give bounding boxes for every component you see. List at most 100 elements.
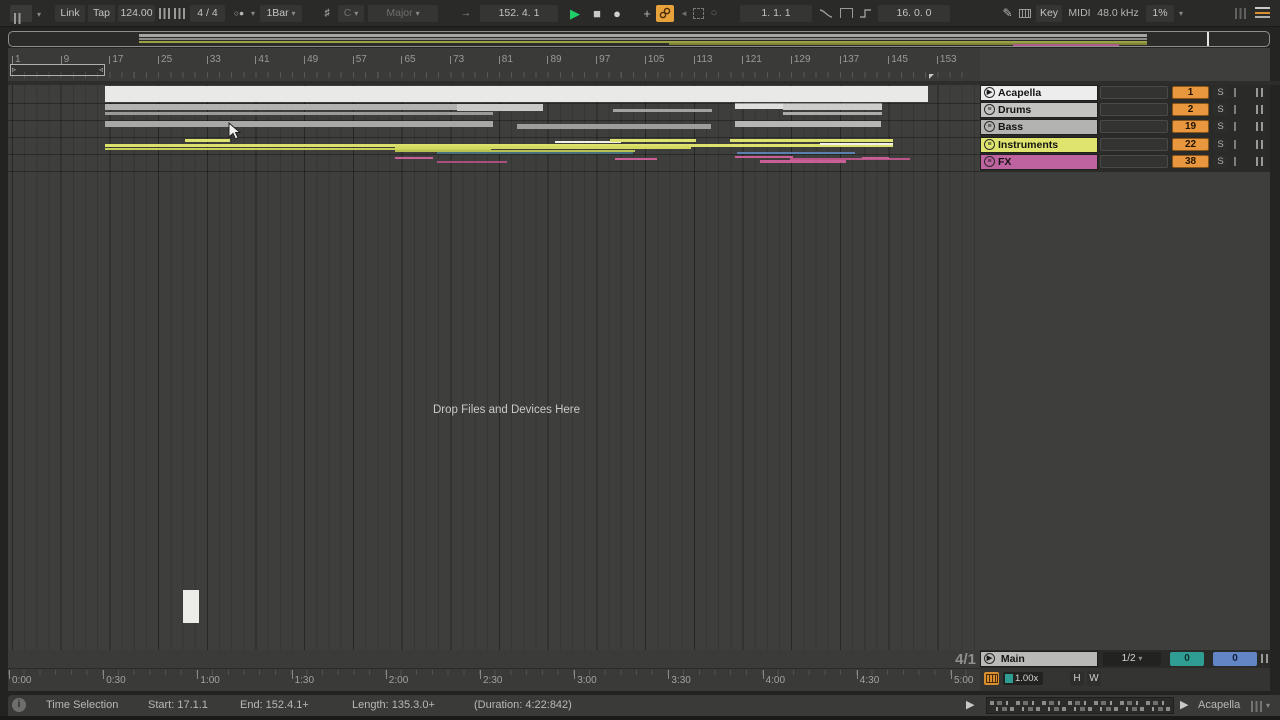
- main-menu-button[interactable]: [1255, 7, 1270, 18]
- group-fold-icon[interactable]: ≡: [984, 104, 995, 115]
- track-name[interactable]: ≡FX: [980, 154, 1098, 170]
- loop-length-field[interactable]: 16. 0. 0: [878, 5, 950, 22]
- follow-button[interactable]: →: [458, 5, 474, 22]
- group-fold-icon[interactable]: ≡: [984, 121, 995, 132]
- automation-box[interactable]: [1100, 103, 1168, 116]
- arrangement-clip[interactable]: [105, 112, 493, 115]
- arrangement-clip[interactable]: [730, 139, 893, 142]
- automation-box[interactable]: [1100, 138, 1168, 151]
- solo-button[interactable]: S: [1213, 138, 1228, 151]
- main-pan-knob[interactable]: 0: [1170, 652, 1204, 666]
- solo-button[interactable]: S: [1213, 155, 1228, 168]
- time-signature-field[interactable]: 4 / 4: [190, 5, 225, 22]
- loop-start-field[interactable]: 1. 1. 1: [740, 5, 812, 22]
- draw-region-icon[interactable]: [693, 8, 704, 19]
- tap-tempo-button[interactable]: Tap: [88, 5, 115, 22]
- playback-speed-box[interactable]: 1.00x: [1003, 672, 1043, 685]
- key-map-button[interactable]: Key: [1036, 5, 1062, 22]
- group-fold-icon[interactable]: ≡: [984, 139, 995, 150]
- loop-end-icon[interactable]: ◃: [99, 65, 103, 75]
- arrangement-clip[interactable]: [783, 103, 882, 110]
- track-input-number[interactable]: 2: [1172, 103, 1209, 116]
- track-input-number[interactable]: 22: [1172, 138, 1209, 151]
- arrangement-clip[interactable]: [105, 121, 493, 127]
- groove-bars-icon[interactable]: [159, 8, 170, 19]
- loop-toggle-icon[interactable]: ○: [708, 5, 720, 22]
- arrangement-clip[interactable]: [735, 156, 793, 158]
- solo-button[interactable]: S: [1213, 120, 1228, 133]
- back-to-arrangement-icon[interactable]: ◄: [678, 5, 690, 22]
- arrangement-clip[interactable]: [790, 158, 910, 160]
- automation-curve-icon[interactable]: [819, 8, 833, 19]
- arrangement-clip[interactable]: [185, 139, 230, 142]
- metronome-button[interactable]: ○●: [228, 5, 250, 22]
- loop-start-icon[interactable]: ▹: [12, 65, 16, 75]
- automation-box[interactable]: [1100, 86, 1168, 99]
- solo-button[interactable]: S: [1213, 86, 1228, 99]
- main-track-header[interactable]: ▶ Main 1/2 ▾ 0 0: [980, 650, 1270, 668]
- follow-tempo-button[interactable]: [984, 672, 999, 685]
- automation-box[interactable]: [1100, 155, 1168, 168]
- stop-button[interactable]: ■: [589, 5, 605, 22]
- optimize-width-button[interactable]: W: [1087, 671, 1101, 686]
- track-header-row[interactable]: ▶Acapella1S: [980, 85, 1270, 101]
- arrangement-clip[interactable]: [783, 112, 882, 115]
- automation-box[interactable]: [1100, 120, 1168, 133]
- arrangement-clip[interactable]: [610, 139, 696, 142]
- tempo-field[interactable]: 124.00: [118, 5, 155, 22]
- track-header-row[interactable]: ≡FX38S: [980, 154, 1270, 170]
- track-header-row[interactable]: ≡Bass 19 S: [980, 119, 1270, 135]
- preview-play-button[interactable]: ▶: [966, 695, 974, 716]
- track-input-number[interactable]: 19: [1172, 120, 1209, 133]
- arrangement-clip[interactable]: [395, 157, 433, 159]
- groove-bars-icon[interactable]: [174, 8, 185, 19]
- info-icon[interactable]: i: [12, 698, 26, 712]
- track-header-row[interactable]: ≡Drums 2S: [980, 102, 1270, 118]
- arrangement-position-field[interactable]: 152. 4. 1: [480, 5, 558, 22]
- clip-play-button[interactable]: ▶: [1180, 695, 1188, 716]
- chevron-down-icon[interactable]: ▾: [251, 9, 255, 18]
- track-name[interactable]: ▶Acapella: [980, 85, 1098, 101]
- arrangement-clip[interactable]: [613, 109, 712, 112]
- arrangement-clip[interactable]: [395, 146, 691, 149]
- add-scene-button[interactable]: +: [640, 5, 654, 22]
- record-button[interactable]: ●: [608, 5, 626, 22]
- arrangement-clip[interactable]: [735, 121, 881, 127]
- arrangement-clip[interactable]: [517, 124, 711, 129]
- levels-icon[interactable]: [1251, 701, 1262, 712]
- play-circle-icon[interactable]: ▶: [984, 87, 995, 98]
- track-header-row[interactable]: ≡Instruments 22 S: [980, 137, 1270, 153]
- punch-icon[interactable]: [859, 8, 872, 19]
- arrangement-clip[interactable]: [820, 143, 893, 145]
- arrangement-clip[interactable]: [183, 590, 199, 623]
- arrangement-area[interactable]: [8, 85, 980, 650]
- preview-waveform[interactable]: [986, 697, 1174, 714]
- arrangement-clip[interactable]: [615, 158, 657, 160]
- quantize-menu[interactable]: 1Bar ▾: [260, 5, 302, 22]
- arrangement-overview[interactable]: [8, 31, 1270, 47]
- main-routing-menu[interactable]: 1/2 ▾: [1103, 652, 1161, 666]
- time-ruler[interactable]: 0:000:301:001:302:002:303:003:304:004:30…: [8, 668, 980, 691]
- scale-icon[interactable]: ♯: [320, 5, 334, 22]
- track-name[interactable]: ≡Drums: [980, 102, 1098, 118]
- chevron-down-icon[interactable]: ▾: [1266, 701, 1270, 710]
- chevron-down-icon[interactable]: ▾: [37, 6, 41, 23]
- computer-midi-keyboard-icon[interactable]: [1019, 9, 1031, 18]
- arrangement-clip[interactable]: [862, 157, 889, 159]
- arrangement-clip[interactable]: [457, 104, 543, 111]
- key-root-menu[interactable]: C ▾: [338, 5, 364, 22]
- arrangement-clip[interactable]: [105, 86, 928, 102]
- track-name[interactable]: ≡Bass: [980, 119, 1098, 135]
- solo-button[interactable]: S: [1213, 103, 1228, 116]
- arrangement-clip[interactable]: [437, 161, 507, 163]
- session-link-button[interactable]: [656, 5, 674, 22]
- scale-name-menu[interactable]: Major ▾: [368, 5, 438, 22]
- play-button[interactable]: ▶: [566, 5, 584, 22]
- window-options-button[interactable]: ▾: [10, 5, 32, 22]
- midi-map-button[interactable]: MIDI: [1066, 5, 1093, 22]
- arrangement-clip[interactable]: [760, 160, 846, 163]
- track-name[interactable]: ≡Instruments: [980, 137, 1098, 153]
- chevron-down-icon[interactable]: ▾: [1179, 9, 1183, 18]
- loop-region-icon[interactable]: [840, 8, 853, 18]
- link-button[interactable]: Link: [55, 5, 85, 22]
